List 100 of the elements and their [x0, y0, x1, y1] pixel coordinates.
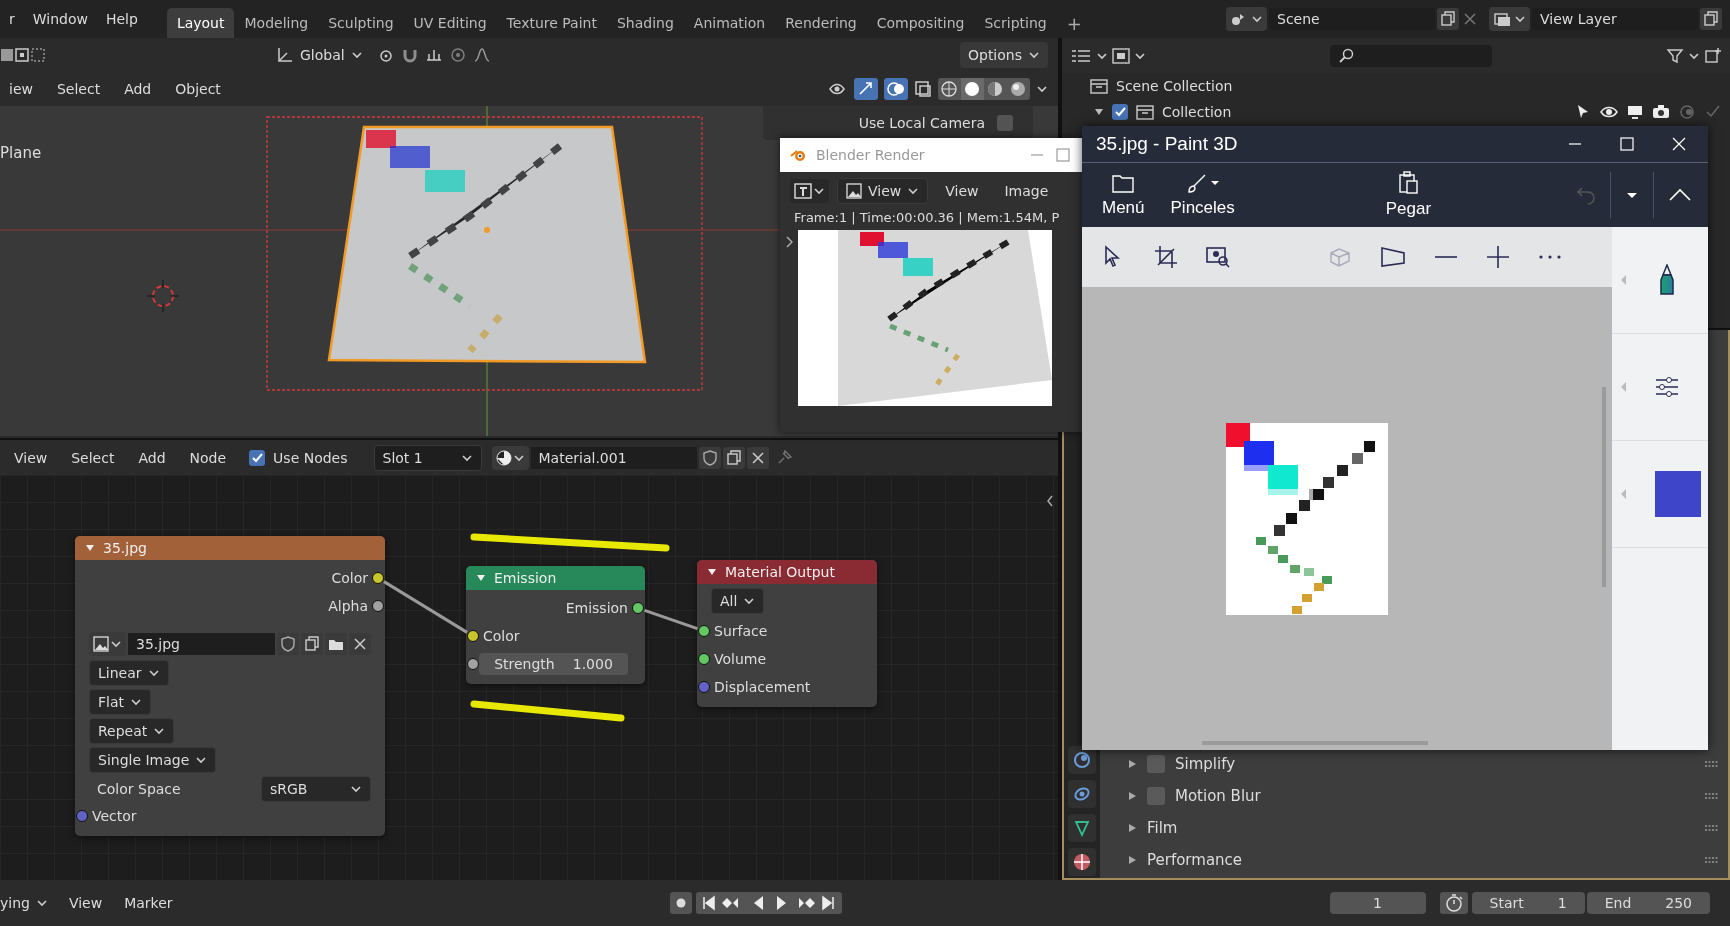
node-card[interactable]: Material Output All Surface Volume Displacement [697, 560, 877, 707]
menu-item[interactable]: View [936, 183, 988, 199]
node-header[interactable]: Emission [466, 566, 645, 590]
menu-item[interactable]: Image [995, 183, 1058, 199]
workspace-tab[interactable]: Shading [606, 8, 684, 38]
socket-dot[interactable] [467, 630, 479, 642]
crop-icon[interactable] [1154, 245, 1178, 269]
target-dropdown[interactable]: All [711, 588, 765, 614]
copy-icon[interactable] [1437, 8, 1459, 30]
ribbon-button[interactable]: Pinceles [1164, 172, 1241, 218]
xray-icon[interactable] [914, 80, 932, 98]
node-header[interactable]: 35.jpg [75, 536, 385, 560]
menu-item[interactable]: Add [129, 449, 175, 466]
close-icon[interactable] [349, 633, 371, 655]
person-frame-icon[interactable] [1206, 245, 1232, 269]
name-field[interactable]: View Layer [1532, 8, 1698, 30]
close-icon[interactable] [1670, 135, 1688, 153]
dropdown[interactable]: Repeat [89, 718, 175, 744]
copy-icon[interactable] [1700, 8, 1722, 30]
image-name-field[interactable]: 35.jpg [128, 633, 275, 655]
menu-item[interactable]: Window [23, 11, 97, 27]
name-field[interactable]: Scene [1269, 8, 1435, 30]
socket-dot[interactable] [372, 572, 384, 584]
socket-dot[interactable] [467, 658, 479, 670]
expand-triangle-icon[interactable] [1128, 791, 1137, 801]
node-card[interactable]: 35.jpg Color Alpha 35.jpg Linear Flat Repeat Single Image Color Space sRGB Vector [75, 536, 385, 836]
workspace-tab[interactable]: Scripting [974, 8, 1057, 38]
collapse-triangle-icon[interactable] [476, 573, 486, 583]
transform-orientation-dropdown[interactable]: Global [268, 42, 371, 68]
drag-handle-icon[interactable] [1704, 824, 1720, 832]
add-workspace-button[interactable]: + [1056, 8, 1092, 38]
display-mode-icon[interactable] [1112, 46, 1130, 65]
panel-header[interactable]: Motion Blur [1175, 787, 1261, 805]
workspace-tab[interactable]: Rendering [775, 8, 867, 38]
playback-dropdown[interactable]: ying [0, 890, 56, 916]
node-header[interactable]: Material Output [697, 560, 877, 584]
3d-cursor-icon[interactable] [146, 279, 180, 313]
expand-triangle-icon[interactable] [1128, 823, 1137, 833]
dropdown[interactable]: Flat [89, 689, 151, 715]
monitor-icon[interactable] [1626, 103, 1644, 121]
socket-dot[interactable] [698, 625, 710, 637]
collapse-triangle-icon[interactable] [707, 567, 717, 577]
playback-controls-icon[interactable] [695, 892, 842, 914]
shield-icon[interactable] [277, 633, 299, 655]
color-space-dropdown[interactable]: sRGB [261, 776, 371, 802]
expand-triangle-icon[interactable] [1094, 107, 1104, 117]
editor-type-button[interactable] [790, 179, 829, 203]
new-collection-icon[interactable] [1704, 46, 1722, 65]
panel-header[interactable]: Simplify [1175, 755, 1236, 773]
menu-item[interactable]: Select [47, 81, 110, 97]
drag-handle-icon[interactable] [1704, 760, 1720, 768]
gizmo-icon[interactable] [854, 78, 878, 100]
workspace-tab[interactable]: UV Editing [403, 8, 497, 38]
material-name-field[interactable]: Material.001 [530, 446, 697, 469]
menu-item[interactable]: Help [96, 11, 147, 27]
ribbon-button[interactable]: Pegar [1379, 171, 1438, 219]
material-browse-button[interactable] [491, 445, 529, 470]
record-button[interactable] [669, 892, 692, 914]
tree-item[interactable]: Collection [1162, 104, 1232, 120]
view-layer-selector[interactable] [1489, 7, 1530, 31]
options-dropdown[interactable]: Options [959, 42, 1048, 68]
color-swatch[interactable] [1655, 471, 1701, 517]
expand-triangle-icon[interactable] [1128, 759, 1137, 769]
checkbox[interactable] [1147, 787, 1165, 805]
trapezoid-icon[interactable] [1380, 245, 1406, 269]
dropdown[interactable]: Linear [89, 660, 169, 686]
menu-item[interactable]: iew [0, 81, 42, 97]
menu-item[interactable]: Node [180, 449, 236, 466]
material-sphere-icon[interactable] [1073, 853, 1091, 871]
overlay-icon[interactable] [884, 78, 908, 100]
folder-icon[interactable] [325, 633, 347, 655]
workspace-tab[interactable]: Sculpting [318, 8, 404, 38]
menu-item[interactable]: Object [166, 81, 230, 97]
shield-icon[interactable] [698, 446, 721, 469]
checkbox[interactable] [249, 449, 266, 466]
checkbox[interactable] [997, 115, 1013, 131]
menu-item[interactable]: Marker [115, 895, 182, 911]
copy-icon[interactable] [722, 446, 745, 469]
menu-item[interactable]: Add [115, 81, 161, 97]
start-frame-field[interactable]: Start 1 [1471, 892, 1585, 914]
socket-dot[interactable] [372, 600, 384, 612]
node-card[interactable]: Emission Emission Color Strength 1.000 [466, 566, 645, 684]
search-field[interactable] [1330, 44, 1492, 67]
sliders-icon[interactable] [1655, 376, 1679, 398]
menu-item[interactable]: Select [62, 449, 124, 466]
camera-icon[interactable] [1652, 103, 1670, 121]
node-link[interactable] [644, 608, 698, 631]
image-browse-button[interactable] [89, 632, 126, 656]
workspace-tab[interactable]: Animation [683, 8, 776, 38]
current-frame-field[interactable]: 1 [1329, 892, 1426, 914]
socket-dot[interactable] [698, 653, 710, 665]
tree-item[interactable]: Scene Collection [1116, 78, 1233, 94]
filter-icon[interactable] [1666, 46, 1684, 65]
socket-dot[interactable] [632, 602, 644, 614]
view-dropdown[interactable]: View [837, 178, 929, 204]
checkbox[interactable] [1147, 755, 1165, 773]
panel-header[interactable]: Performance [1147, 851, 1243, 869]
select-mode-icon[interactable] [0, 46, 46, 64]
strength-field[interactable]: Strength 1.000 [479, 653, 628, 675]
mesh-data-icon[interactable] [1073, 819, 1091, 837]
